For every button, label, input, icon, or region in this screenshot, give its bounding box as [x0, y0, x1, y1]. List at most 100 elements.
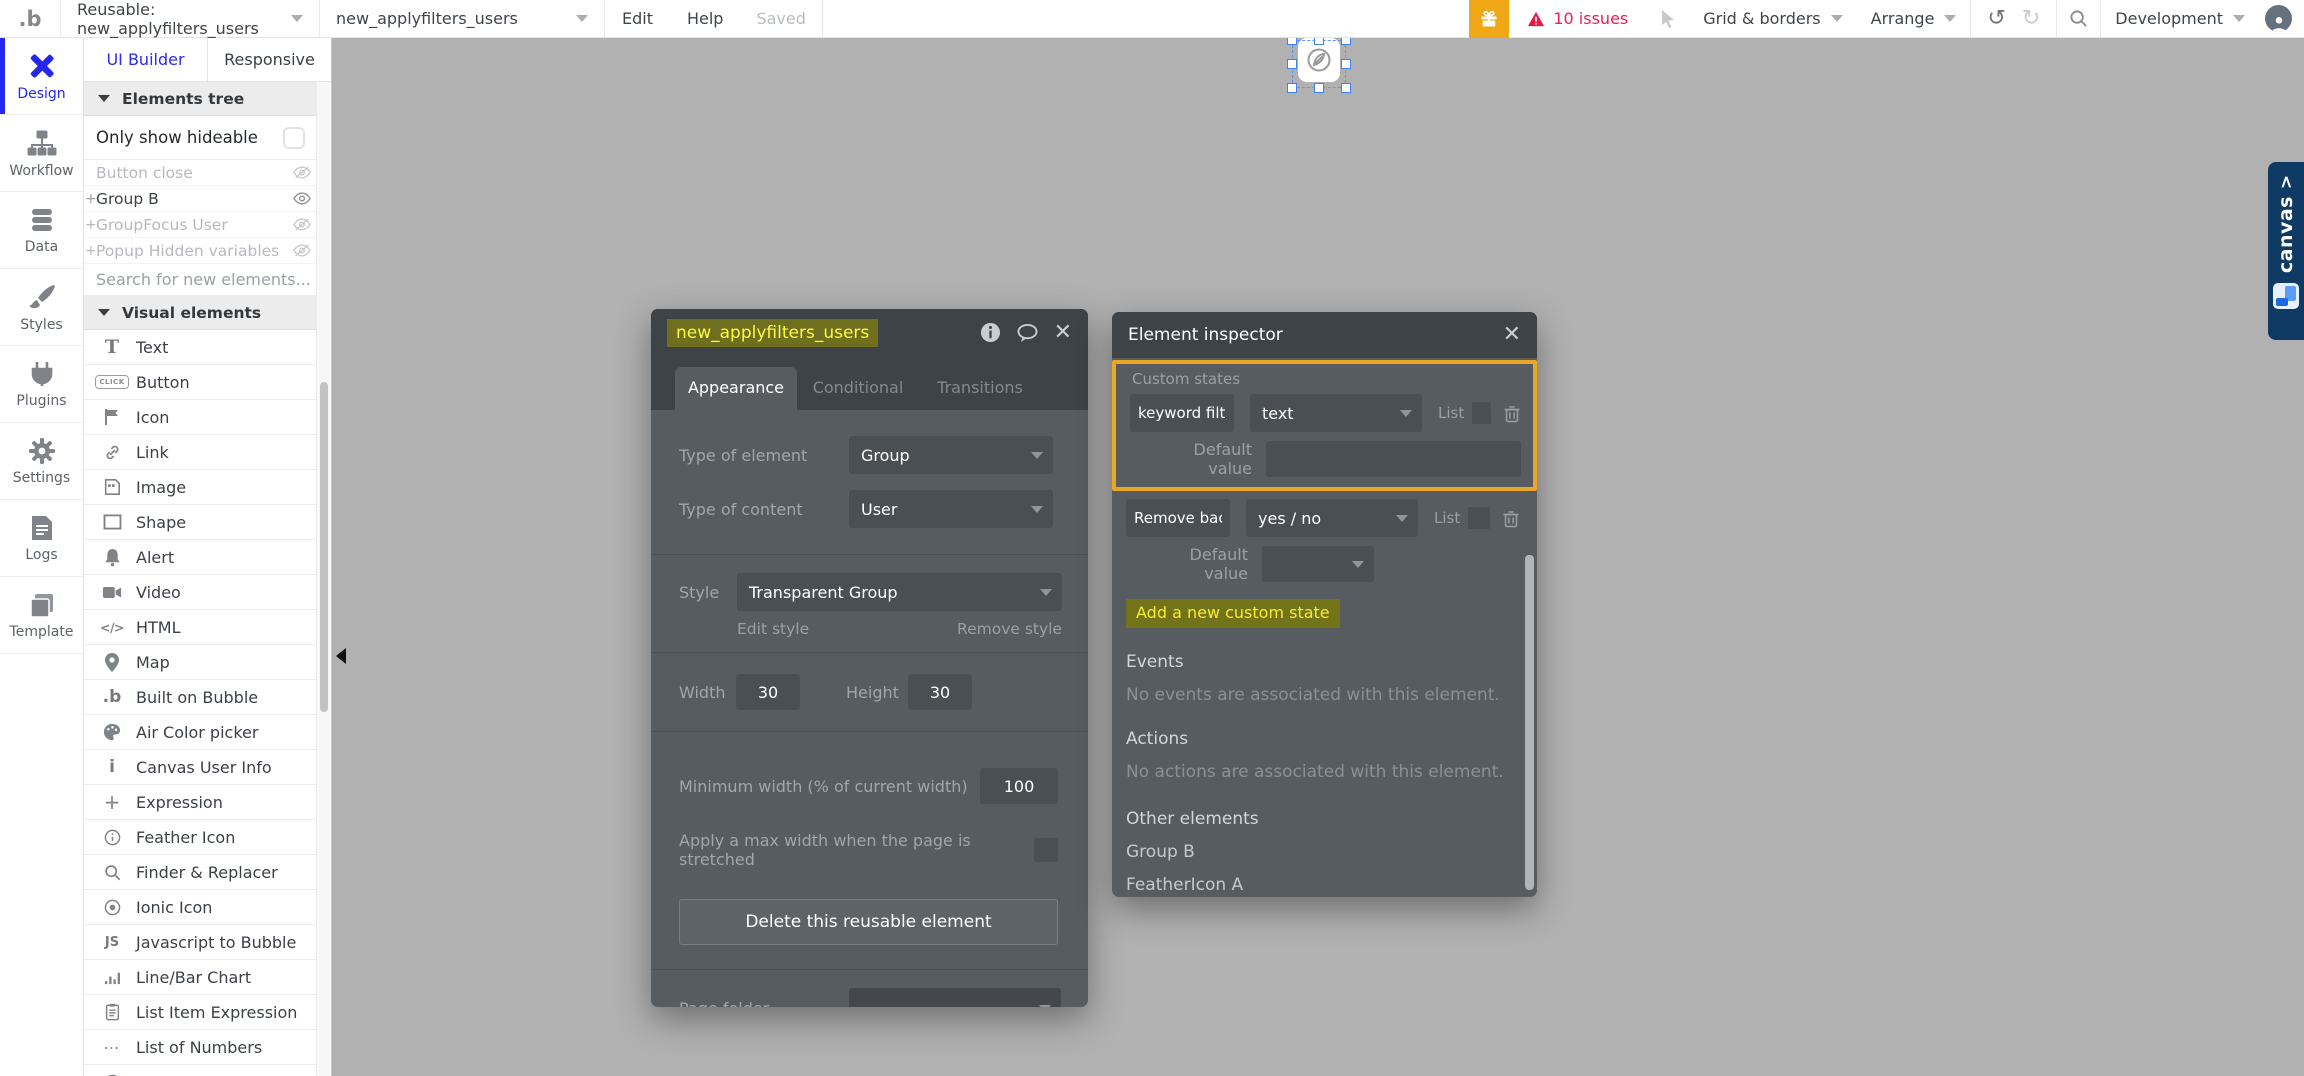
- reusable-element-dropdown[interactable]: Reusable: new_applyfilters_users: [61, 0, 319, 37]
- max-width-checkbox[interactable]: [1034, 838, 1058, 862]
- type-of-element-select[interactable]: Group: [849, 436, 1053, 474]
- pointer-tool-button[interactable]: [1648, 9, 1689, 29]
- visual-element-finder-replacer[interactable]: Finder & Replacer: [84, 855, 331, 890]
- tree-item[interactable]: +Popup Hidden variables: [84, 238, 331, 264]
- element-select-dropdown[interactable]: new_applyfilters_users: [320, 0, 604, 37]
- expand-plus-icon[interactable]: +: [85, 191, 97, 207]
- type-of-content-select[interactable]: User: [849, 490, 1053, 528]
- comment-icon[interactable]: [1016, 323, 1039, 343]
- panel-collapse-arrow[interactable]: [336, 648, 346, 664]
- sidebar-item-logs[interactable]: Logs: [0, 500, 83, 577]
- arrange-menu[interactable]: Arrange: [1857, 9, 1971, 28]
- other-element-item[interactable]: Group B: [1126, 842, 1523, 862]
- visual-element-shape[interactable]: Shape: [84, 505, 331, 540]
- state-type-select[interactable]: yes / no: [1246, 499, 1418, 537]
- sidebar-item-plugins[interactable]: Plugins: [0, 346, 83, 423]
- state-name-input[interactable]: [1130, 394, 1234, 432]
- selection-handle-e[interactable]: [1341, 59, 1351, 69]
- selection-handle-w[interactable]: [1287, 59, 1297, 69]
- inspector-titlebar[interactable]: Element inspector ✕: [1112, 312, 1537, 358]
- visual-element-list-of-numbers[interactable]: ⋯List of Numbers: [84, 1030, 331, 1065]
- info-icon[interactable]: [980, 322, 1001, 343]
- eye-icon[interactable]: [293, 192, 311, 205]
- environment-dropdown[interactable]: Development: [2101, 9, 2259, 28]
- page-folder-select[interactable]: [849, 988, 1061, 1007]
- eye-slash-icon[interactable]: [293, 244, 311, 257]
- visual-element-canvas-user-info[interactable]: iCanvas User Info: [84, 750, 331, 785]
- sidebar-item-workflow[interactable]: Workflow: [0, 115, 83, 192]
- gift-button[interactable]: [1469, 0, 1509, 38]
- undo-icon[interactable]: ↺: [1971, 6, 2013, 31]
- visual-element-built-on-bubble[interactable]: .bBuilt on Bubble: [84, 680, 331, 715]
- selection-handle-sw[interactable]: [1287, 83, 1297, 93]
- help-menu[interactable]: Help: [670, 9, 740, 28]
- delete-reusable-button[interactable]: Delete this reusable element: [679, 899, 1058, 945]
- selection-handle-s[interactable]: [1314, 83, 1324, 93]
- visual-element-ionic-icon[interactable]: Ionic Icon: [84, 890, 331, 925]
- redo-icon[interactable]: ↻: [2014, 6, 2056, 31]
- sidebar-item-template[interactable]: Template: [0, 577, 83, 654]
- tree-item[interactable]: +GroupFocus User: [84, 212, 331, 238]
- visual-element-expression[interactable]: +Expression: [84, 785, 331, 820]
- property-editor-titlebar[interactable]: new_applyfilters_users ✕: [651, 309, 1088, 356]
- edit-style-link[interactable]: Edit style: [737, 620, 809, 638]
- visual-element-button[interactable]: CLICKButton: [84, 365, 331, 400]
- list-checkbox[interactable]: [1472, 402, 1491, 424]
- only-show-hideable-checkbox[interactable]: [283, 127, 305, 149]
- other-element-item[interactable]: FeatherIcon A: [1126, 875, 1523, 895]
- list-checkbox[interactable]: [1468, 507, 1490, 529]
- sidebar-item-design[interactable]: Design: [0, 38, 83, 115]
- close-icon[interactable]: ✕: [1503, 324, 1521, 346]
- visual-element-javascript-to-bubble[interactable]: JSJavascript to Bubble: [84, 925, 331, 960]
- trash-icon[interactable]: [1502, 509, 1520, 528]
- user-avatar[interactable]: [2265, 5, 2292, 32]
- edit-menu[interactable]: Edit: [605, 9, 670, 28]
- sidebar-item-data[interactable]: Data: [0, 192, 83, 269]
- visual-elements-header[interactable]: Visual elements: [84, 296, 331, 330]
- close-icon[interactable]: ✕: [1054, 322, 1072, 344]
- sidebar-item-styles[interactable]: Styles: [0, 269, 83, 346]
- expand-plus-icon[interactable]: +: [85, 217, 97, 233]
- search-button[interactable]: [2057, 9, 2100, 28]
- tab-conditional[interactable]: Conditional: [797, 367, 919, 410]
- issues-button[interactable]: 10 issues: [1527, 9, 1628, 28]
- tab-responsive[interactable]: Responsive: [208, 38, 331, 81]
- visual-element-livetext[interactable]: livetext: [84, 1065, 331, 1076]
- state-type-select[interactable]: text: [1250, 394, 1422, 432]
- visual-element-list-item-expression[interactable]: List Item Expression: [84, 995, 331, 1030]
- scrollbar-thumb[interactable]: [320, 382, 328, 712]
- visual-element-html[interactable]: </>HTML: [84, 610, 331, 645]
- sidebar-item-settings[interactable]: Settings: [0, 423, 83, 500]
- visual-element-map[interactable]: Map: [84, 645, 331, 680]
- min-width-input[interactable]: [980, 768, 1058, 804]
- tree-item[interactable]: +Group B: [84, 186, 331, 212]
- visual-element-video[interactable]: Video: [84, 575, 331, 610]
- element-search-input[interactable]: [84, 270, 331, 289]
- visual-element-air-color-picker[interactable]: Air Color picker: [84, 715, 331, 750]
- visual-element-image[interactable]: Image: [84, 470, 331, 505]
- tab-appearance[interactable]: Appearance: [675, 367, 797, 410]
- canvas-side-tab[interactable]: < canvas: [2268, 162, 2304, 340]
- visual-element-text[interactable]: TText: [84, 330, 331, 365]
- visual-element-icon[interactable]: Icon: [84, 400, 331, 435]
- grid-borders-menu[interactable]: Grid & borders: [1689, 9, 1856, 28]
- state-name-input[interactable]: [1126, 499, 1230, 537]
- add-custom-state-button[interactable]: Add a new custom state: [1126, 599, 1340, 628]
- width-input[interactable]: [736, 674, 800, 710]
- default-value-select[interactable]: [1262, 546, 1374, 582]
- eye-slash-icon[interactable]: [293, 166, 311, 179]
- tab-transitions[interactable]: Transitions: [919, 367, 1041, 410]
- elements-panel-scrollbar[interactable]: [316, 82, 331, 1076]
- bubble-logo[interactable]: .b: [0, 7, 60, 31]
- height-input[interactable]: [908, 674, 972, 710]
- trash-icon[interactable]: [1503, 404, 1521, 423]
- style-select[interactable]: Transparent Group: [737, 573, 1062, 611]
- visual-element-line-bar-chart[interactable]: Line/Bar Chart: [84, 960, 331, 995]
- tree-item[interactable]: Button close: [84, 160, 331, 186]
- visual-element-feather-icon[interactable]: Feather Icon: [84, 820, 331, 855]
- visual-element-alert[interactable]: Alert: [84, 540, 331, 575]
- inspector-scrollbar[interactable]: [1525, 555, 1534, 890]
- visual-element-link[interactable]: Link: [84, 435, 331, 470]
- remove-style-link[interactable]: Remove style: [957, 620, 1062, 638]
- selection-handle-se[interactable]: [1341, 83, 1351, 93]
